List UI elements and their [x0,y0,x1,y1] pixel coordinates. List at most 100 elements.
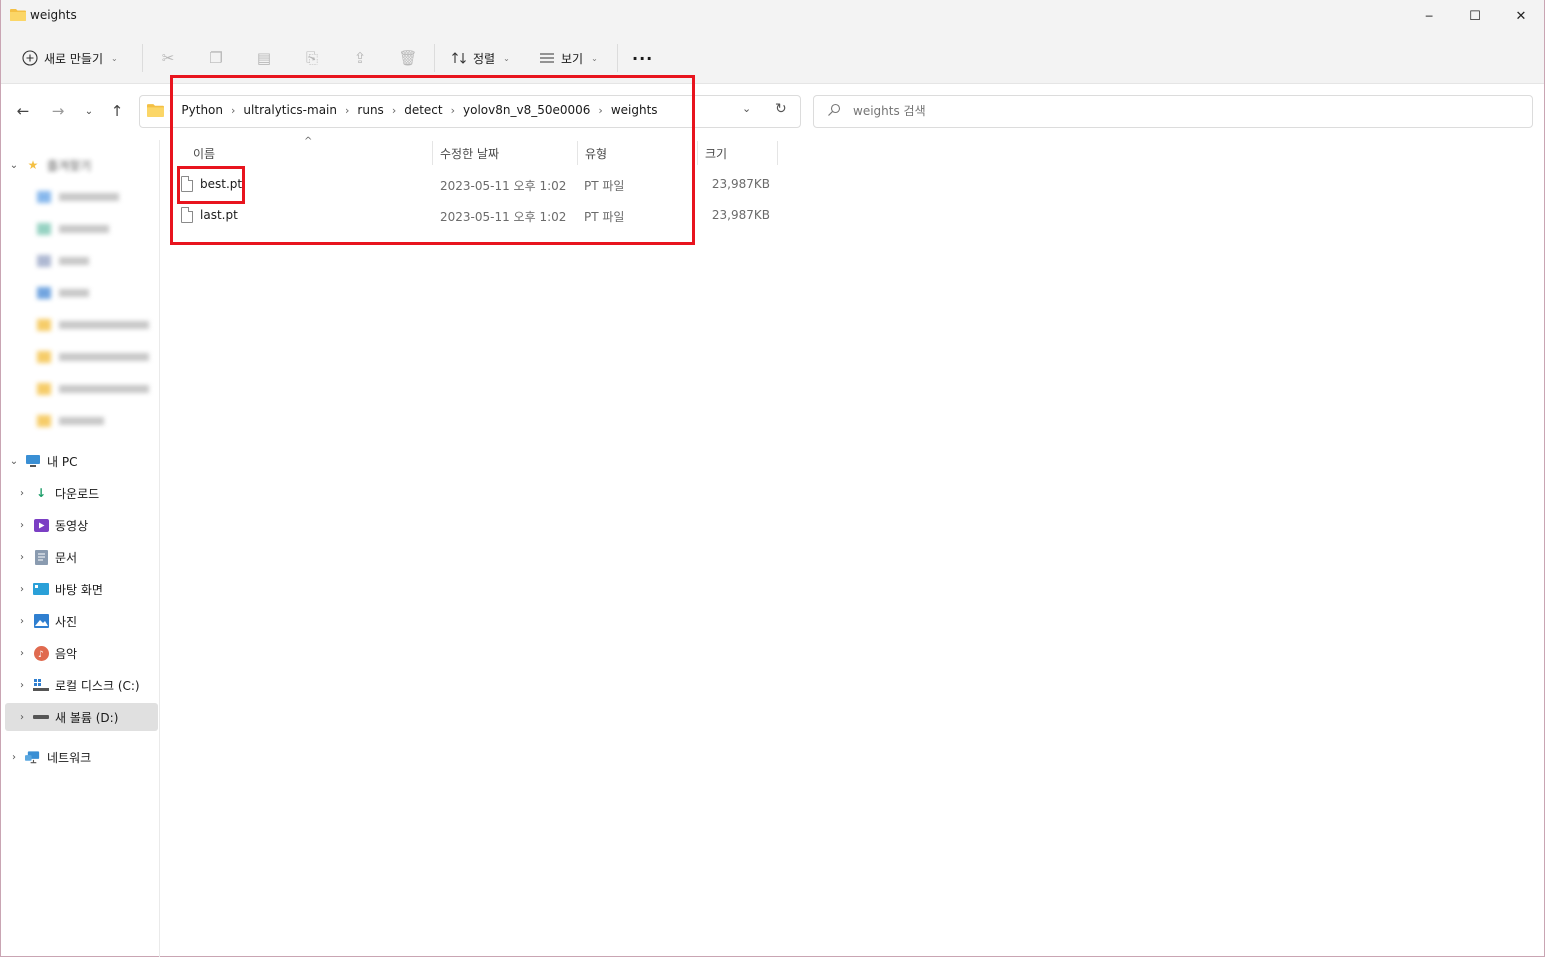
arrow-right-icon: → [51,102,65,120]
file-size: 23,987KB [711,208,770,222]
chevron-down-icon[interactable]: ⌄ [5,160,23,171]
chevron-right-icon[interactable]: › [5,752,23,763]
documents-icon [33,549,49,565]
sidebar-item-videos[interactable]: › 동영상 [13,511,158,539]
chevron-right-icon[interactable]: › [13,712,31,723]
chevron-right-icon[interactable]: › [13,680,31,691]
pinned-item-blurred[interactable] [37,375,158,403]
sidebar-item-label: 다운로드 [55,486,100,501]
drive-c-icon [33,677,49,693]
pinned-item-blurred[interactable] [37,247,158,275]
pinned-item-blurred[interactable] [37,183,158,211]
sidebar-item-favorites[interactable]: ⌄ ★ 즐겨찾기 [5,151,158,179]
highlight-box-path-and-files [170,75,695,245]
sidebar-item-label: 동영상 [55,518,89,533]
sidebar-item-label: 네트워크 [47,750,92,765]
search-input[interactable] [853,104,1453,118]
pinned-item-blurred[interactable] [37,279,158,307]
view-button-label: 보기 [561,51,584,66]
sort-icon [452,52,466,64]
toolbar-divider [617,44,618,72]
maximize-icon: ☐ [1469,8,1481,24]
sidebar-item-label: 새 볼륨 (D:) [55,710,119,725]
view-button[interactable]: 보기 ⌄ [539,46,598,70]
chevron-down-icon: ⌄ [111,53,118,63]
computer-icon [25,453,41,469]
rename-icon[interactable]: ⎘ [302,48,322,68]
chevron-right-icon[interactable]: › [13,584,31,595]
copy-icon[interactable]: ❐ [206,48,226,68]
sidebar-item-music[interactable]: › ♪ 음악 [13,639,158,667]
column-divider[interactable] [697,141,698,165]
chevron-right-icon[interactable]: › [13,648,31,659]
pinned-item-blurred[interactable] [37,215,158,243]
sort-button[interactable]: 정렬 ⌄ [451,46,510,70]
chevron-right-icon[interactable]: › [13,520,31,531]
minimize-icon: ─ [1425,9,1433,23]
sidebar-item-this-pc[interactable]: ⌄ 내 PC [5,447,158,475]
close-icon: ✕ [1515,8,1527,24]
sidebar-item-network[interactable]: › 네트워크 [5,743,158,771]
minimize-button[interactable]: ─ [1406,0,1452,32]
forward-button[interactable]: → [48,100,68,122]
delete-icon[interactable]: 🗑 [398,48,418,68]
sidebar-item-pictures[interactable]: › 사진 [13,607,158,635]
file-explorer-window: weights ─ ☐ ✕ 새로 만들기 ⌄ ✂ ❐ ▤ ⎘ ⇪ 🗑 정렬 ⌄ … [0,0,1545,957]
sort-button-label: 정렬 [473,51,496,66]
pictures-icon [33,613,49,629]
download-icon: ↓ [35,486,47,500]
chevron-right-icon[interactable]: › [13,616,31,627]
share-icon[interactable]: ⇪ [350,48,370,68]
refresh-button[interactable]: ↻ [775,101,787,117]
sidebar-item-downloads[interactable]: › ↓ 다운로드 [13,479,158,507]
more-options-button[interactable]: ··· [632,46,653,70]
new-button-label: 새로 만들기 [44,51,104,66]
sidebar-item-label: 바탕 화면 [55,582,103,597]
navigation-pane: ⌄ ★ 즐겨찾기 ⌄ 내 PC › ↓ 다운로드 › 동영상 › 문서 › 바탕… [1,140,160,957]
chevron-down-icon: ⌄ [84,105,94,117]
arrow-left-icon: ← [16,102,30,120]
column-header-size[interactable]: 크기 [705,141,727,165]
pinned-item-blurred[interactable] [37,407,158,435]
sidebar-item-drive-d[interactable]: › 새 볼륨 (D:) [5,703,158,731]
arrow-up-icon: ↑ [110,102,124,120]
maximize-button[interactable]: ☐ [1452,0,1498,32]
sidebar-item-label: 즐겨찾기 [47,158,92,173]
pinned-item-blurred[interactable] [37,311,158,339]
chevron-right-icon[interactable]: › [13,552,31,563]
sidebar-item-documents[interactable]: › 문서 [13,543,158,571]
toolbar-divider [142,44,143,72]
add-icon [22,50,38,66]
chevron-down-icon[interactable]: ⌄ [5,456,23,467]
highlight-box-best-pt [177,166,245,204]
toolbar-divider [434,44,435,72]
chevron-down-icon: ⌄ [742,102,752,115]
window-title: weights [30,8,77,22]
chevron-down-icon: ⌄ [503,53,510,63]
sidebar-item-label: 음악 [55,646,78,661]
cut-icon[interactable]: ✂ [158,48,178,68]
network-icon [25,749,41,765]
paste-icon[interactable]: ▤ [254,48,274,68]
sidebar-item-label: 로컬 디스크 (C:) [55,678,140,693]
folder-icon [147,104,164,117]
refresh-icon: ↻ [775,101,787,117]
up-button[interactable]: ↑ [107,100,127,122]
close-button[interactable]: ✕ [1498,0,1544,32]
sidebar-item-desktop[interactable]: › 바탕 화면 [13,575,158,603]
sidebar-item-drive-c[interactable]: › 로컬 디스크 (C:) [13,671,158,699]
drive-d-icon [33,709,49,725]
more-icon: ··· [632,48,654,68]
title-bar: weights ─ ☐ ✕ [1,0,1544,32]
recent-locations-button[interactable]: ⌄ [79,100,99,122]
pinned-item-blurred[interactable] [37,343,158,371]
chevron-right-icon[interactable]: › [13,488,31,499]
chevron-down-icon: ⌄ [591,53,598,63]
desktop-icon [33,581,49,597]
back-button[interactable]: ← [13,100,33,122]
column-divider[interactable] [777,141,778,165]
address-dropdown-button[interactable]: ⌄ [742,102,751,115]
sidebar-item-label: 사진 [55,614,78,629]
sidebar-item-label: 내 PC [47,454,78,469]
new-button[interactable]: 새로 만들기 ⌄ [22,46,118,70]
